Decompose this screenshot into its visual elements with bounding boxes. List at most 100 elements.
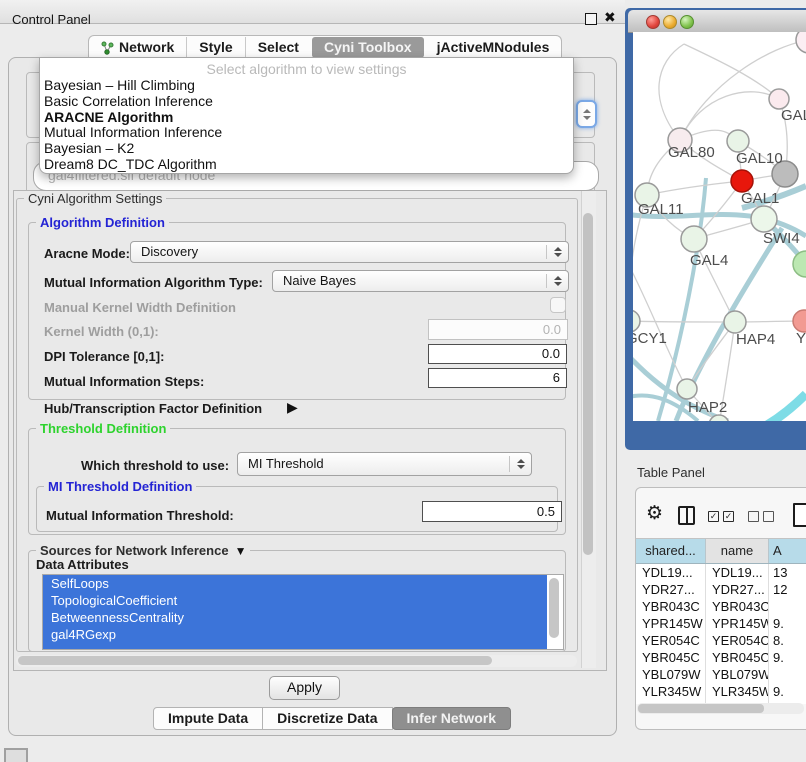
sources-title[interactable]: Sources for Network Inference▼ — [36, 543, 250, 558]
new-table-icon[interactable] — [793, 503, 806, 527]
algorithm-option-mutual-information-inference[interactable]: Mutual Information Inference — [40, 125, 573, 141]
tab-infer-network[interactable]: Infer Network — [392, 707, 511, 730]
minimize-traffic-light-icon[interactable] — [663, 15, 677, 29]
dropdown-item-list: Bayesian – Hill ClimbingBasic Correlatio… — [40, 78, 573, 173]
tab-network[interactable]: Network — [89, 37, 186, 58]
float-window-icon[interactable] — [585, 13, 597, 25]
table-cell: 12 — [769, 581, 806, 598]
list-scrollbar-thumb[interactable] — [549, 578, 559, 638]
control-panel-titlebar — [0, 0, 625, 24]
expand-arrow-icon[interactable]: ▶ — [287, 399, 298, 416]
network-node-gal4[interactable] — [681, 226, 707, 252]
algorithm-dropdown: Select algorithm to view settings Bayesi… — [39, 57, 574, 174]
network-node-green-right[interactable] — [793, 251, 806, 277]
network-edge — [680, 40, 806, 140]
mi-threshold-label: Mutual Information Threshold: — [46, 508, 234, 523]
algorithm-option-bayesian-hill-climbing[interactable]: Bayesian – Hill Climbing — [40, 78, 573, 94]
attribute-list-item[interactable]: BetweennessCentrality — [43, 609, 547, 626]
table-cell: YBR045C — [636, 649, 706, 666]
column-header-0[interactable]: shared... — [636, 539, 706, 563]
checked-column-icon[interactable]: ✓ — [723, 511, 734, 522]
bottom-tabbar: Impute DataDiscretize DataInfer Network — [153, 707, 511, 730]
table-cell: YER054C — [706, 632, 769, 649]
column-header-2[interactable]: A — [769, 539, 806, 563]
hub-definition-label[interactable]: Hub/Transcription Factor Definition — [44, 401, 262, 416]
kernel-width-field[interactable]: 0.0 — [428, 319, 568, 340]
network-node-hap4[interactable] — [724, 311, 746, 333]
table-row[interactable]: YBL079WYBL079W — [636, 666, 806, 683]
data-attributes-list[interactable]: SelfLoopsTopologicalCoefficientBetweenne… — [42, 574, 564, 650]
network-node-swi4[interactable] — [751, 206, 777, 232]
focused-spinner[interactable] — [576, 100, 597, 128]
table-row[interactable]: YBR043CYBR043C — [636, 598, 806, 615]
network-edge — [647, 181, 742, 195]
algorithm-option-aracne-algorithm[interactable]: ARACNE Algorithm — [40, 110, 573, 126]
attribute-list-item[interactable]: SelfLoops — [43, 575, 547, 592]
network-window-titlebar[interactable] — [628, 10, 806, 33]
split-columns-icon[interactable] — [678, 506, 695, 525]
attribute-list-item[interactable] — [43, 643, 547, 650]
close-traffic-light-icon[interactable] — [646, 15, 660, 29]
tab-jactivemnodules[interactable]: jActiveMNodules — [425, 37, 562, 58]
algorithm-option-basic-correlation-inference[interactable]: Basic Correlation Inference — [40, 94, 573, 110]
control-panel-title: Control Panel — [12, 12, 91, 27]
node-label-y: Y — [796, 330, 806, 347]
data-attributes-label: Data Attributes — [36, 557, 129, 572]
table-row[interactable]: YER054CYER054C8. — [636, 632, 806, 649]
table-cell: 9. — [769, 683, 806, 700]
tab-cyni-toolbox[interactable]: Cyni Toolbox — [312, 37, 424, 58]
network-node-hap2[interactable] — [677, 379, 697, 399]
network-node-top-right[interactable] — [796, 32, 806, 53]
combo-arrows-icon — [517, 459, 525, 469]
table-cell: YDL19... — [636, 564, 706, 581]
algorithm-option-bayesian-k2[interactable]: Bayesian – K2 — [40, 141, 573, 157]
column-header-1[interactable]: name — [706, 539, 769, 563]
network-node-gal1-red[interactable] — [731, 170, 753, 192]
screen: Control Panel ✖ gal4filtered.sif default… — [0, 0, 806, 762]
tab-impute-data[interactable]: Impute Data — [153, 707, 263, 730]
table-hscrollbar-thumb[interactable] — [638, 704, 764, 713]
algorithm-option-dream8-dc-tdc-algorithm[interactable]: Dream8 DC_TDC Algorithm — [40, 157, 573, 173]
apply-button[interactable]: Apply — [269, 676, 340, 700]
network-node-gal-top[interactable] — [769, 89, 789, 109]
mi-threshold-field[interactable]: 0.5 — [422, 501, 562, 522]
network-edge — [687, 322, 735, 389]
attribute-list-item[interactable]: TopologicalCoefficient — [43, 592, 547, 609]
table-row[interactable]: YBR045CYBR045C9. — [636, 649, 806, 666]
mi-algorithm-type-combo[interactable]: Naive Bayes — [272, 270, 569, 292]
unchecked-column-icon[interactable] — [763, 511, 774, 522]
minimized-panel-icon[interactable] — [4, 748, 28, 762]
table-body: YDL19...YDL19...13YDR27...YDR27...12YBR0… — [636, 564, 806, 704]
network-graph[interactable]: GALGAL80GAL10GAL1GAL11SWI4GAL4GCY1HAP4YH… — [633, 32, 806, 421]
network-node-gal10[interactable] — [727, 130, 749, 152]
table-row[interactable]: YDR27...YDR27...12 — [636, 581, 806, 598]
table-row[interactable]: YDL19...YDL19...13 — [636, 564, 806, 581]
table-row[interactable]: YPR145WYPR145W9. — [636, 615, 806, 632]
dpi-tolerance-field[interactable]: 0.0 — [428, 344, 567, 364]
tab-select[interactable]: Select — [245, 37, 311, 58]
table-header-row: shared...nameA — [636, 539, 806, 564]
tab-label: jActiveMNodules — [437, 37, 550, 58]
collapse-arrow-icon[interactable]: ▼ — [235, 544, 247, 558]
network-node-gcy1[interactable] — [633, 310, 640, 332]
network-icon — [101, 41, 114, 55]
kernel-width-label: Kernel Width (0,1): — [44, 324, 159, 339]
unchecked-column-icon[interactable] — [748, 511, 759, 522]
settings-hscrollbar-thumb[interactable] — [18, 656, 492, 665]
zoom-traffic-light-icon[interactable] — [680, 15, 694, 29]
table-cell: YLR345W — [706, 683, 769, 700]
table-row[interactable]: YLR345WYLR345W9. — [636, 683, 806, 700]
tab-style[interactable]: Style — [186, 37, 244, 58]
aracne-mode-combo[interactable]: Discovery — [130, 241, 569, 263]
close-icon[interactable]: ✖ — [604, 9, 616, 26]
manual-kernel-width-checkbox[interactable] — [550, 297, 566, 313]
checked-column-icon[interactable]: ✓ — [708, 511, 719, 522]
settings-gear-icon[interactable]: ⚙ — [646, 504, 663, 523]
tab-discretize-data[interactable]: Discretize Data — [262, 707, 392, 730]
node-label-gal: GAL — [781, 107, 806, 124]
settings-vscrollbar-thumb[interactable] — [583, 213, 593, 555]
network-node-salmon-right[interactable] — [793, 310, 806, 332]
which-threshold-combo[interactable]: MI Threshold — [237, 452, 532, 476]
attribute-list-item[interactable]: gal4RGexp — [43, 626, 547, 643]
mi-steps-field[interactable]: 6 — [428, 368, 567, 388]
